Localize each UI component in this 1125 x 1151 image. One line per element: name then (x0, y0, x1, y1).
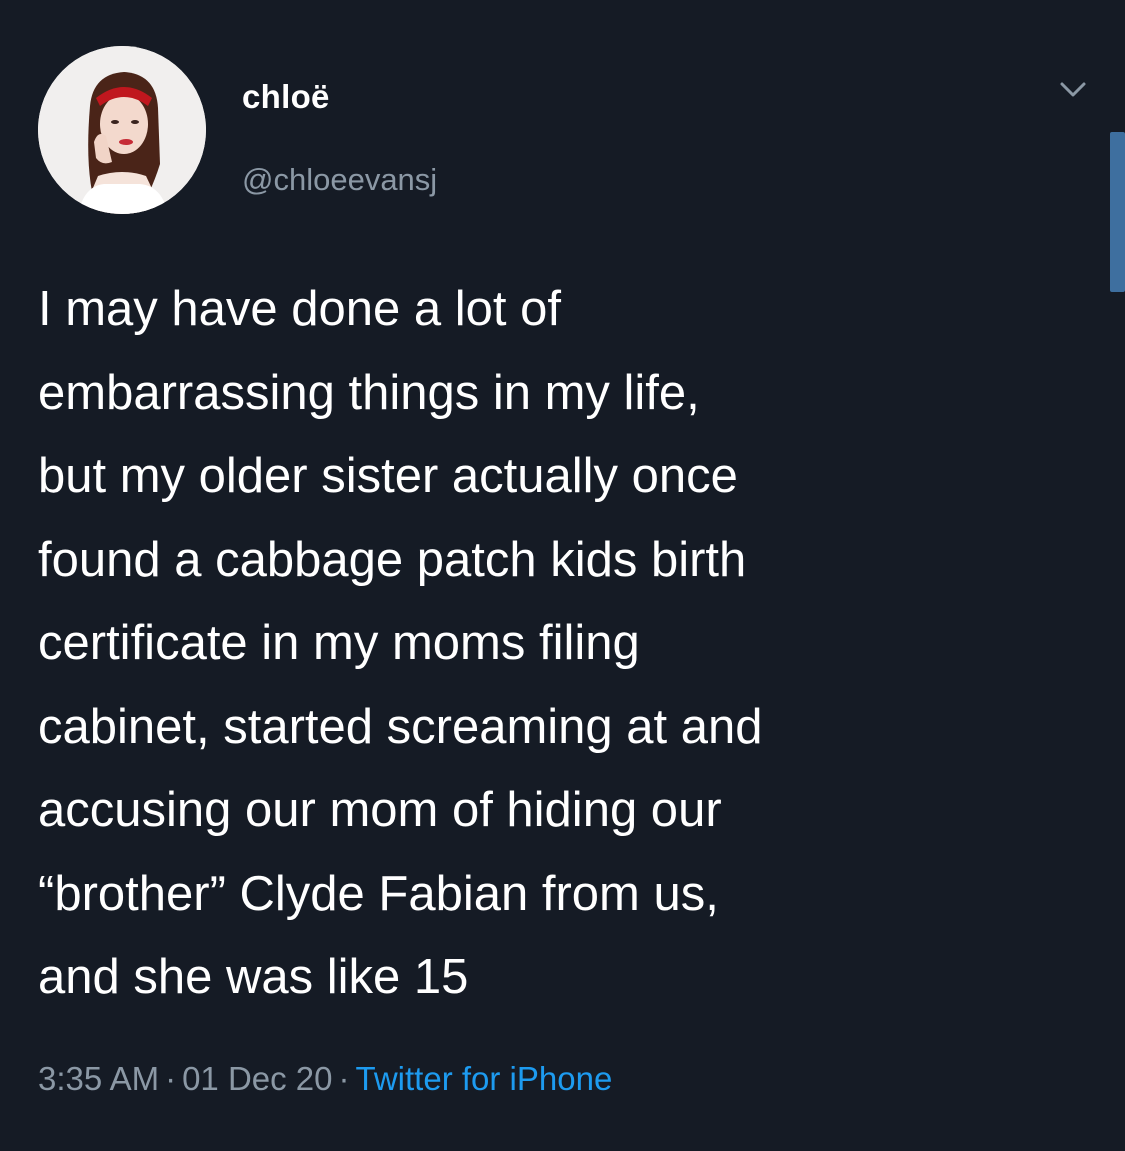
tweet-text-line: embarrassing things in my life, (38, 365, 700, 420)
tweet-text-line: accusing our mom of hiding our (38, 783, 722, 837)
scrollbar[interactable] (1110, 132, 1125, 292)
chevron-down-icon[interactable] (1056, 78, 1090, 102)
tweet-text-line: found a cabbage patch kids birth (38, 532, 747, 587)
meta-separator: · (165, 1060, 177, 1097)
tweet-text-line: certificate in my moms filing (38, 616, 640, 670)
tweet-text-line: and she was like 15 (38, 950, 469, 1004)
tweet-text: I may have done a lot of embarrassing th… (38, 268, 1098, 1020)
tweet-source-link[interactable]: Twitter for iPhone (356, 1060, 613, 1097)
user-handle[interactable]: @chloeevansj (242, 162, 437, 198)
tweet-date[interactable]: 01 Dec 20 (182, 1060, 332, 1097)
display-name[interactable]: chloë (242, 78, 330, 116)
tweet-text-line: I may have done a lot of (38, 282, 561, 336)
tweet-card: chloë @chloeevansj I may have done a lot… (0, 0, 1125, 1151)
tweet-time[interactable]: 3:35 AM (38, 1060, 159, 1097)
tweet-text-line: “brother” Clyde Fabian from us, (38, 866, 719, 921)
meta-separator: · (338, 1060, 350, 1097)
tweet-text-line: but my older sister actually once (38, 449, 738, 503)
tweet-text-line: cabinet, started screaming at and (38, 699, 763, 754)
profile-photo-icon (38, 46, 206, 214)
tweet-meta: 3:35 AM · 01 Dec 20 · Twitter for iPhone (38, 1060, 612, 1098)
avatar[interactable] (38, 46, 206, 214)
